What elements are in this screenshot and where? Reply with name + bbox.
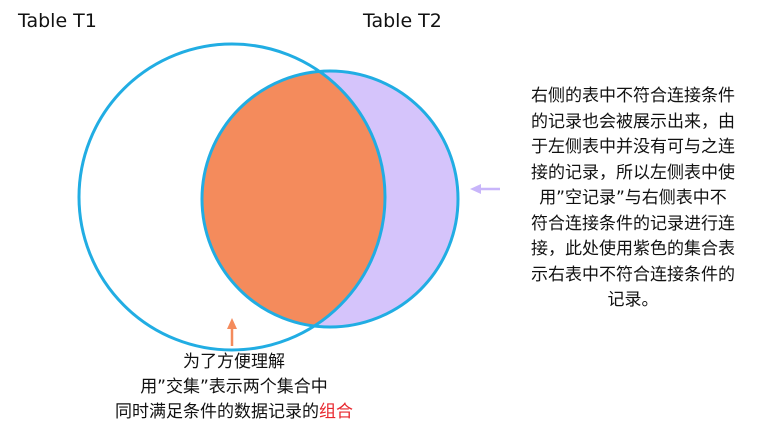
right-annotation-line: 符合连接条件的记录进行连 <box>531 213 735 234</box>
right-annotation-line: 用”空记录”与右侧表中不 <box>539 188 727 208</box>
right-annotation-line: 接的记录，所以左侧表中使 <box>531 162 735 183</box>
bottom-annotation-line: 用”交集”表示两个集合中 <box>140 377 328 397</box>
right-annotation-line: 接，此处使用紫色的集合表 <box>531 239 735 259</box>
bottom-annotation-line: 为了方便理解 <box>183 352 285 372</box>
bottom-annotation: 为了方便理解 用”交集”表示两个集合中 同时满足条件的数据记录的组合 <box>64 350 404 425</box>
table-t1-label: Table T1 <box>18 10 97 32</box>
table-t2-label: Table T2 <box>363 10 442 32</box>
bottom-annotation-line: 同时满足条件的数据记录的组合 <box>64 400 404 425</box>
bottom-annotation-text: 同时满足条件的数据记录的 <box>115 402 319 422</box>
orange-arrow <box>227 318 237 346</box>
right-annotation-line: 示右表中不符合连接条件的 <box>531 264 735 285</box>
right-annotation-line: 于左侧表中并没有可与之连 <box>531 137 735 157</box>
right-annotation-line: 记录。 <box>607 290 659 310</box>
right-annotation-line: 的记录也会被展示出来，由 <box>531 111 735 132</box>
purple-arrow <box>470 184 500 194</box>
right-annotation: 右侧的表中不符合连接条件 的记录也会被展示出来，由 于左侧表中并没有可与之连 接… <box>502 84 764 314</box>
right-annotation-line: 右侧的表中不符合连接条件 <box>531 86 735 106</box>
highlighted-combination-text: 组合 <box>319 402 353 422</box>
